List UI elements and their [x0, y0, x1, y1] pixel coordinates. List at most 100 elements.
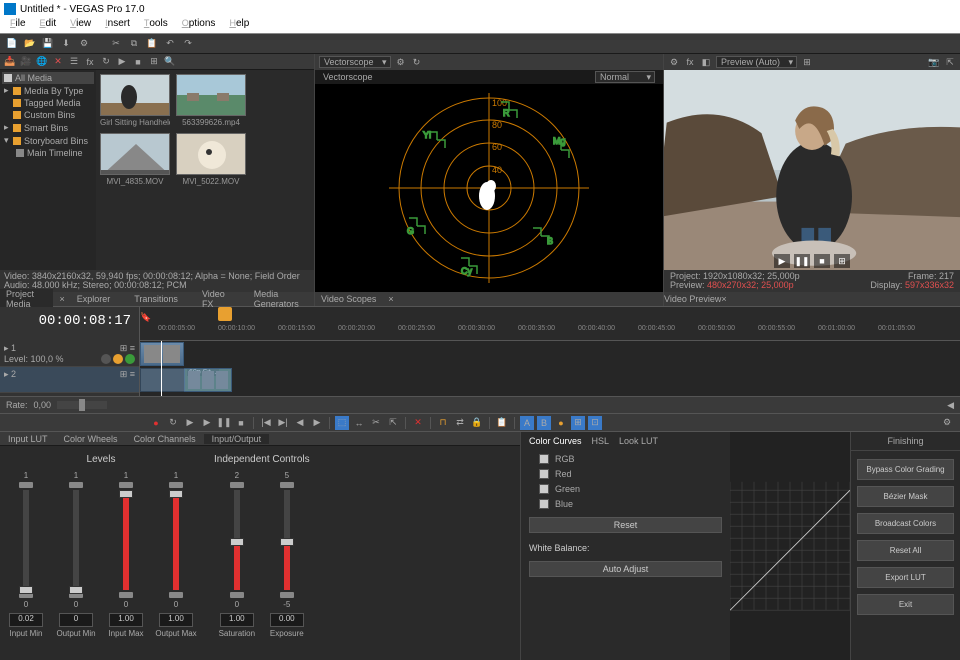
play-button[interactable]: ▶ [774, 254, 790, 268]
go-end-button[interactable]: ▶| [276, 416, 290, 430]
menu-file[interactable]: File [4, 18, 32, 33]
tree-smart-bins[interactable]: ▸Smart Bins [2, 121, 94, 134]
properties-icon[interactable]: ⚙ [78, 38, 90, 50]
go-start-button[interactable]: |◀ [259, 416, 273, 430]
cut-icon[interactable]: ✂ [110, 38, 122, 50]
tab-hsl[interactable]: HSL [592, 436, 610, 446]
split-screen-icon[interactable]: ◧ [700, 56, 712, 68]
bezier-mask-button[interactable]: Bézier Mask [857, 486, 954, 507]
close-tab-icon[interactable]: × [721, 294, 726, 304]
bypass-button[interactable]: Bypass Color Grading [857, 459, 954, 480]
check-rgb[interactable]: RGB [539, 454, 722, 464]
preview-quality-dropdown[interactable]: Preview (Auto) [716, 56, 797, 68]
curves-graph[interactable] [730, 432, 850, 660]
export-lut-button[interactable]: Export LUT [857, 567, 954, 588]
tab-color-wheels[interactable]: Color Wheels [56, 434, 126, 444]
automation-button[interactable]: 📋 [495, 416, 509, 430]
stop-icon[interactable]: ■ [132, 56, 144, 68]
timeline-settings-icon[interactable]: ⚙ [940, 416, 954, 430]
slider-output-min[interactable]: 100Output Min [58, 471, 94, 638]
capture-icon[interactable]: 🎥 [20, 56, 32, 68]
video-clip[interactable] [140, 342, 184, 366]
media-thumb[interactable]: Girl Sitting Handheld_MVI... [100, 74, 170, 127]
tool-b[interactable]: B [537, 416, 551, 430]
slider-exposure[interactable]: 5-50.00Exposure [269, 471, 305, 638]
refresh-icon[interactable]: ↻ [100, 56, 112, 68]
next-frame-button[interactable]: ▶ [310, 416, 324, 430]
open-icon[interactable]: 📂 [24, 38, 36, 50]
delete-button[interactable]: ✕ [411, 416, 425, 430]
rate-slider[interactable] [57, 401, 107, 409]
track-content[interactable]: 60p Sit... [140, 341, 960, 396]
tab-input-lut[interactable]: Input LUT [0, 434, 56, 444]
tool-button[interactable]: ↔ [352, 416, 366, 430]
external-icon[interactable]: ⇱ [944, 56, 956, 68]
tab-video-scopes[interactable]: Video Scopes [315, 294, 382, 304]
tool-e[interactable]: ⊡ [588, 416, 602, 430]
import-icon[interactable]: 📥 [4, 56, 16, 68]
overlay-icon[interactable]: ⊞ [801, 56, 813, 68]
save-icon[interactable]: 💾 [42, 38, 54, 50]
record-button[interactable]: ● [149, 416, 163, 430]
exit-button[interactable]: Exit [857, 594, 954, 615]
scope-settings-icon[interactable]: ⚙ [395, 56, 407, 68]
tree-tagged[interactable]: Tagged Media [2, 97, 94, 109]
tree-custom-bins[interactable]: Custom Bins [2, 109, 94, 121]
reset-button[interactable]: Reset [529, 517, 722, 533]
tab-color-curves[interactable]: Color Curves [529, 436, 582, 446]
menu-view[interactable]: View [64, 18, 97, 33]
fx-icon[interactable]: fx [84, 56, 96, 68]
tab-video-fx[interactable]: Video FX [196, 289, 236, 309]
reset-all-button[interactable]: Reset All [857, 540, 954, 561]
menu-options[interactable]: Options [176, 18, 222, 33]
check-blue[interactable]: Blue [539, 499, 722, 509]
tool-a[interactable]: A [520, 416, 534, 430]
render-icon[interactable]: ⬇ [60, 38, 72, 50]
timecode-display[interactable]: 00:00:08:17 [0, 307, 139, 335]
tab-color-channels[interactable]: Color Channels [126, 434, 204, 444]
solo-icon[interactable] [113, 354, 123, 364]
rate-value[interactable]: 0,00 [34, 400, 52, 410]
loop-button[interactable]: ⊞ [834, 254, 850, 268]
marker-icon[interactable]: 🔖 [140, 311, 152, 323]
play-button[interactable]: ▶ [200, 416, 214, 430]
remove-icon[interactable]: ✕ [52, 56, 64, 68]
tab-transitions[interactable]: Transitions [128, 294, 184, 304]
media-thumb[interactable]: 563399626.mp4 [176, 74, 246, 127]
close-tab-icon[interactable]: × [53, 294, 70, 304]
snap-button[interactable]: ⊓ [436, 416, 450, 430]
tab-explorer[interactable]: Explorer [71, 294, 117, 304]
view-icon[interactable]: ⊞ [148, 56, 160, 68]
region-marker[interactable] [218, 307, 232, 321]
scope-refresh-icon[interactable]: ↻ [411, 56, 423, 68]
scope-mode-dropdown[interactable]: Normal [595, 71, 655, 83]
video-clip-overlay[interactable] [140, 368, 232, 392]
mute-icon[interactable] [101, 354, 111, 364]
menu-tools[interactable]: Tools [138, 18, 174, 33]
close-tab-icon[interactable]: × [382, 294, 399, 304]
preview-fx-icon[interactable]: fx [684, 56, 696, 68]
auto-adjust-button[interactable]: Auto Adjust [529, 561, 722, 577]
playhead[interactable] [161, 341, 162, 396]
menu-insert[interactable]: Insert [99, 18, 136, 33]
tab-look-lut[interactable]: Look LUT [619, 436, 658, 446]
new-icon[interactable]: 📄 [6, 38, 18, 50]
slider-input-max[interactable]: 101.00Input Max [108, 471, 144, 638]
prev-frame-button[interactable]: ◀ [293, 416, 307, 430]
paste-icon[interactable]: 📋 [146, 38, 158, 50]
pause-button[interactable]: ❚❚ [794, 254, 810, 268]
undo-icon[interactable]: ↶ [164, 38, 176, 50]
tab-video-preview[interactable]: Video Preview [664, 294, 721, 304]
tree-all-media[interactable]: All Media [2, 72, 94, 84]
timeline-ruler[interactable]: 🔖 00:00:05:00 00:00:10:00 00:00:15:00 00… [140, 307, 960, 341]
stop-button[interactable]: ■ [814, 254, 830, 268]
slider-input-min[interactable]: 100.02Input Min [8, 471, 44, 638]
tool-button[interactable]: ✂ [369, 416, 383, 430]
search-icon[interactable]: 🔍 [164, 56, 176, 68]
scroll-left-icon[interactable]: ◀ [947, 400, 954, 411]
check-green[interactable]: Green [539, 484, 722, 494]
broadcast-colors-button[interactable]: Broadcast Colors [857, 513, 954, 534]
media-thumb[interactable]: MVI_5022.MOV [176, 133, 246, 186]
tool-c[interactable]: ● [554, 416, 568, 430]
tab-input-output[interactable]: Input/Output [204, 434, 270, 444]
